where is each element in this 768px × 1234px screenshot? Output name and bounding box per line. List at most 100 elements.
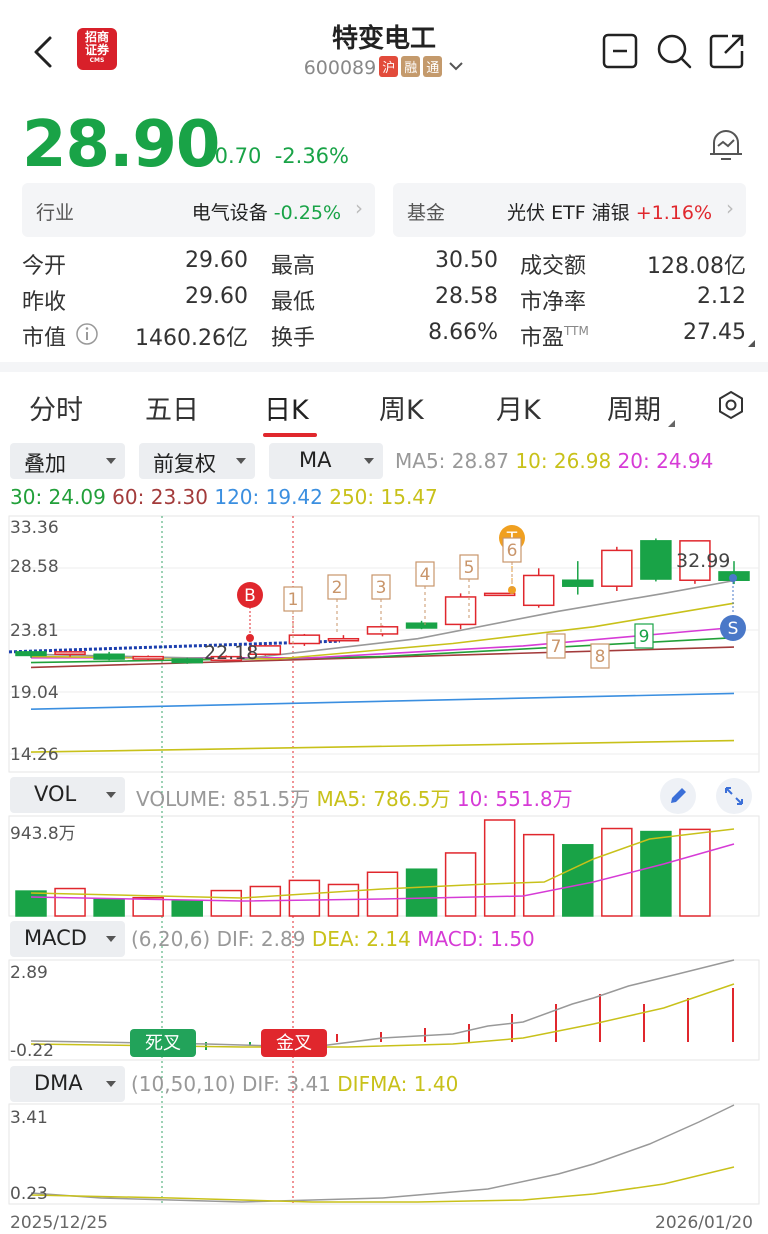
adjust-select[interactable]: 前复权 — [139, 443, 255, 479]
high-label: 最高 — [271, 254, 316, 279]
price-change: -0.70 -2.36% — [207, 144, 349, 168]
tab-monthly-k[interactable]: 月K — [496, 388, 541, 427]
chart-settings-button[interactable] — [716, 390, 746, 424]
tab-active-indicator — [263, 433, 317, 437]
macd-select-label: MACD — [24, 926, 87, 950]
ma-line-1: MA5: 28.87 10: 26.98 20: 24.94 — [395, 449, 713, 473]
vol-select[interactable]: VOL — [10, 777, 125, 813]
chevron-down-icon — [449, 62, 464, 71]
amount-value: 128.08亿 — [647, 254, 746, 279]
vol-ma5-value: MA5: 786.5万 — [316, 787, 451, 811]
vol-values: VOLUME: 851.5万 MA5: 786.5万 10: 551.8万 — [136, 783, 573, 812]
price-axis-3: 23.81 — [10, 621, 59, 641]
volume-bar — [522, 833, 555, 917]
candle-body — [522, 574, 555, 607]
signal-number: 9 — [639, 627, 650, 647]
dma-select[interactable]: DMA — [10, 1066, 125, 1102]
dma-values: (10,50,10) DIF: 3.41 DIFMA: 1.40 — [131, 1072, 458, 1096]
tab-period[interactable]: 周期 — [607, 388, 661, 427]
sell-marker-text: S — [728, 619, 739, 639]
macd-macd: MACD: 1.50 — [417, 927, 535, 951]
adjust-select-label: 前复权 — [153, 452, 216, 476]
fund-name: 光伏 ETF 浦银 — [507, 202, 630, 224]
tag-hu: 沪 — [379, 56, 399, 77]
overlay-select[interactable]: 叠加 — [10, 443, 125, 479]
tab-intraday[interactable]: 分时 — [29, 388, 83, 427]
industry-info: 电气设备 -0.25% — [192, 198, 341, 225]
candle-body — [483, 592, 516, 597]
change-abs: -0.70 — [207, 144, 262, 168]
current-price: 28.90 — [22, 108, 220, 182]
volume-bar — [405, 868, 438, 917]
edit-indicator-button[interactable] — [660, 778, 696, 814]
industry-label: 行业 — [36, 202, 75, 224]
expand-corner-icon[interactable] — [748, 340, 755, 347]
high-value: 30.50 — [435, 248, 498, 273]
caret-down-icon — [106, 936, 116, 942]
pencil-icon — [671, 788, 686, 803]
minimize-button[interactable] — [602, 33, 638, 73]
volume-bar — [562, 844, 594, 917]
dma-difma: DIFMA: 1.40 — [337, 1072, 459, 1096]
fullscreen-button[interactable] — [716, 778, 752, 814]
gear-icon — [719, 390, 743, 420]
alert-button[interactable] — [706, 124, 746, 168]
caret-down-icon — [236, 458, 246, 464]
volume-bar — [601, 827, 633, 917]
dma-select-label: DMA — [34, 1071, 83, 1095]
signal-number: 1 — [288, 590, 299, 610]
caret-down-icon — [106, 1081, 116, 1087]
macd-values: (6,20,6) DIF: 2.89 DEA: 2.14 MACD: 1.50 — [131, 927, 535, 951]
caret-down-icon — [106, 458, 116, 464]
indicator-select[interactable]: MA — [269, 443, 383, 479]
tab-five-day[interactable]: 五日 — [145, 388, 199, 427]
info-icon[interactable] — [75, 322, 99, 350]
volume-bar — [171, 900, 203, 917]
signal-number: 8 — [595, 647, 606, 667]
pe-value: 27.45 — [683, 320, 746, 345]
turnover-label: 换手 — [271, 326, 316, 351]
volume-bar — [483, 819, 516, 917]
signal-number: 3 — [376, 578, 387, 598]
tab-daily-k[interactable]: 日K — [264, 388, 309, 427]
macd-axis-bottom: -0.22 — [10, 1041, 54, 1061]
ma250-line — [30, 739, 735, 753]
expand-icon — [725, 787, 743, 805]
candle-body — [601, 549, 633, 587]
tag-rong: 融 — [401, 56, 421, 77]
ma20-value: 20: 24.94 — [617, 449, 714, 473]
high-marker-label: 32.99 — [676, 550, 731, 572]
candle-body — [54, 651, 86, 656]
candle-body — [93, 653, 125, 660]
dma-axis-bottom: 0.23 — [10, 1184, 48, 1204]
alarm-bell-icon — [710, 130, 742, 160]
search-button[interactable] — [655, 32, 693, 74]
ma5-value: MA5: 28.87 — [395, 449, 510, 473]
stock-code-row[interactable]: 600089 沪融通 — [0, 56, 768, 79]
b-dot — [246, 634, 254, 642]
industry-box[interactable]: 行业 电气设备 -0.25% › — [22, 183, 375, 237]
pe-label-text: 市盈 — [520, 326, 565, 351]
low-label: 最低 — [271, 290, 316, 315]
dma-params: (10,50,10) — [131, 1072, 236, 1096]
stock-name: 特变电工 — [331, 24, 436, 54]
panel-frame — [8, 1103, 760, 1205]
kline-chart[interactable]: BTS123456789死叉金叉 — [0, 514, 768, 1214]
volume-bar — [288, 879, 321, 917]
volume-bar — [54, 887, 86, 917]
industry-name: 电气设备 — [191, 202, 268, 224]
macd-axis-top: 2.89 — [10, 963, 48, 983]
price-axis-2: 28.58 — [10, 557, 59, 577]
tab-weekly-k[interactable]: 周K — [379, 388, 424, 427]
overlay-select-label: 叠加 — [24, 452, 66, 476]
vol-axis-top: 943.8万 — [10, 824, 76, 844]
price-axis-1: 33.36 — [10, 518, 59, 538]
search-icon — [657, 34, 692, 69]
volume-bar — [210, 889, 243, 917]
fund-box[interactable]: 基金 光伏 ETF 浦银 +1.16% › — [393, 183, 746, 237]
volume-bar — [366, 871, 399, 917]
fund-pct: +1.16% — [635, 202, 712, 224]
macd-select[interactable]: MACD — [10, 921, 125, 957]
share-button[interactable] — [708, 32, 746, 74]
ma30-value: 30: 24.09 — [10, 485, 106, 509]
